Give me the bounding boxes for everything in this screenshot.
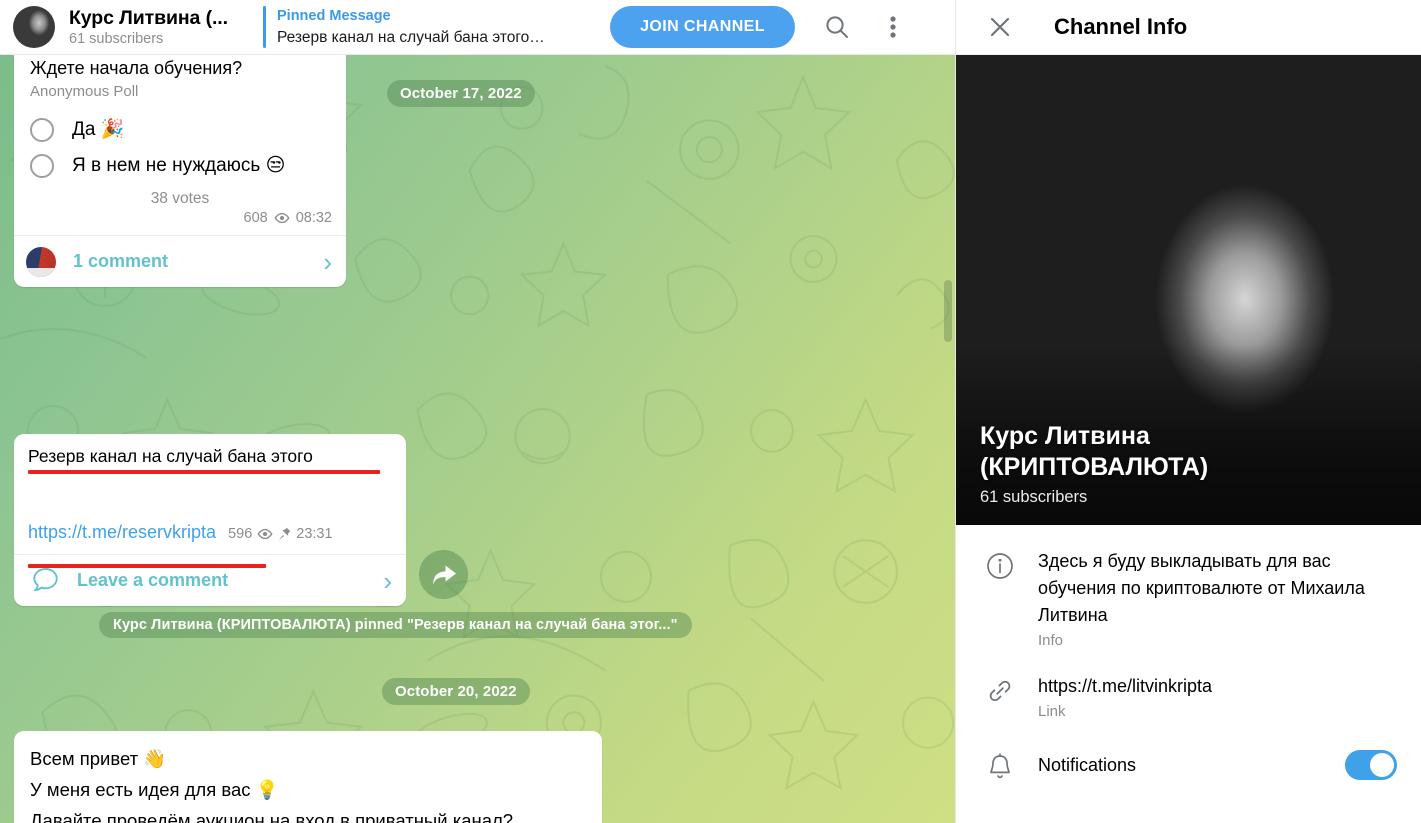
- leave-comment-row[interactable]: Leave a comment ›: [14, 554, 406, 606]
- forward-icon: [432, 565, 456, 584]
- eye-icon: [274, 212, 290, 224]
- last-message-line3: Давайте проведём аукцион на вход в прива…: [30, 810, 514, 823]
- pinned-texts: Pinned Message Резерв канал на случай ба…: [277, 7, 592, 48]
- poll-option-0[interactable]: Да 🎉: [30, 118, 330, 142]
- join-channel-button[interactable]: JOIN CHANNEL: [610, 6, 795, 48]
- page-title: Курс Литвина (...: [69, 6, 228, 29]
- pinned-message-preview: Резерв канал на случай бана этого…: [277, 28, 545, 46]
- poll-option-label: Я в нем не нуждаюсь 😒: [72, 155, 286, 176]
- link-message-line1: Резерв канал на случай бана этого: [14, 434, 406, 468]
- radio-icon[interactable]: [30, 118, 54, 142]
- channel-name-line2: (КРИПТОВАЛЮТА): [980, 453, 1209, 481]
- chat-scrollbar-thumb[interactable]: [944, 280, 952, 342]
- pinned-message-label: Pinned Message: [277, 7, 391, 24]
- last-message-line1: Всем привет 👋: [30, 748, 167, 769]
- last-message-text: Всем привет 👋 У меня есть идея для вас 💡…: [14, 731, 602, 823]
- poll-comments-row[interactable]: 1 comment ›: [14, 235, 346, 287]
- subscriber-count: 61 subscribers: [69, 30, 164, 47]
- channel-photo-caption: Курс Литвина (КРИПТОВАЛЮТА) 61 subscribe…: [980, 421, 1208, 507]
- poll-view-count: 608: [243, 210, 268, 226]
- link-message-meta: 596 23:31: [228, 526, 333, 544]
- link-message-line1-text: Резерв канал на случай бана этого: [28, 446, 313, 466]
- info-row-body: Здесь я буду выкладывать для вас обучени…: [1038, 548, 1397, 651]
- bell-icon: [980, 749, 1020, 781]
- channel-link-text[interactable]: https://t.me/litvinkripta: [1038, 673, 1397, 700]
- eye-icon: [257, 528, 273, 540]
- commenter-avatar: [26, 246, 56, 277]
- annotation-underline-link: [28, 564, 266, 568]
- chat-title-block[interactable]: Курс Литвина (... 61 subscribers: [69, 7, 259, 48]
- channel-info-rows: Здесь я буду выкладывать для вас обучени…: [956, 525, 1421, 792]
- link-message-footer: https://t.me/reservkripta 596 23:31: [14, 520, 406, 554]
- search-button[interactable]: [817, 7, 857, 47]
- service-message-pinned: Курс Литвина (КРИПТОВАЛЮТА) pinned "Резе…: [99, 612, 692, 638]
- more-vertical-icon: [890, 16, 896, 38]
- close-icon: [990, 17, 1010, 37]
- channel-description-label: Info: [1038, 632, 1064, 649]
- channel-avatar[interactable]: [13, 6, 55, 48]
- date-divider-oct-17: October 17, 2022: [387, 80, 535, 107]
- last-message-bubble[interactable]: Всем привет 👋 У меня есть идея для вас 💡…: [14, 731, 602, 823]
- channel-info-header: Channel Info: [956, 0, 1421, 55]
- channel-name-line1: Курс Литвина: [980, 422, 1150, 450]
- info-row-link[interactable]: https://t.me/litvinkripta Link: [956, 662, 1421, 733]
- poll-option-label: Да 🎉: [72, 119, 125, 140]
- pinned-accent-bar: [263, 6, 266, 48]
- more-options-button[interactable]: [873, 7, 913, 47]
- channel-photo[interactable]: Курс Литвина (КРИПТОВАЛЮТА) 61 subscribe…: [956, 55, 1421, 525]
- info-row-body: Notifications: [1038, 755, 1345, 776]
- channel-info-title: Channel Info: [1054, 14, 1188, 39]
- poll-vote-count: 38 votes: [150, 190, 210, 207]
- link-message-views: 596: [228, 526, 253, 542]
- chat-column: October 17, 2022 Ждете начала обучения? …: [0, 0, 955, 823]
- channel-description-text: Здесь я буду выкладывать для вас обучени…: [1038, 551, 1365, 625]
- comment-count-label: 1 comment: [73, 251, 169, 271]
- radio-icon[interactable]: [30, 154, 54, 178]
- notifications-label: Notifications: [1038, 754, 1137, 775]
- poll-timestamp: 08:32: [295, 210, 332, 226]
- info-circle-icon: [980, 548, 1020, 580]
- poll-options: Да 🎉 Я в нем не нуждаюсь 😒: [14, 102, 346, 178]
- poll-type-label: Anonymous Poll: [30, 83, 139, 100]
- poll-option-1[interactable]: Я в нем не нуждаюсь 😒: [30, 154, 330, 178]
- forward-message-button[interactable]: [419, 550, 468, 599]
- channel-info-panel: Channel Info Курс Литвина (КРИПТОВАЛЮТА)…: [955, 0, 1421, 823]
- chevron-right-icon[interactable]: ›: [383, 568, 392, 594]
- reserve-channel-link[interactable]: https://t.me/reservkripta: [28, 520, 216, 544]
- date-divider-oct-20: October 20, 2022: [382, 678, 530, 705]
- link-message-time: 23:31: [296, 526, 333, 542]
- telegram-window: October 17, 2022 Ждете начала обучения? …: [0, 0, 1421, 823]
- pin-icon: [279, 527, 291, 541]
- link-message-bubble[interactable]: Резерв канал на случай бана этого https:…: [14, 434, 406, 606]
- link-icon: [980, 673, 1020, 705]
- poll-question: Ждете начала обучения?: [30, 58, 243, 78]
- toggle-knob: [1370, 753, 1394, 777]
- chat-background: October 17, 2022 Ждете начала обучения? …: [0, 55, 955, 823]
- info-row-description[interactable]: Здесь я буду выкладывать для вас обучени…: [956, 537, 1421, 662]
- leave-comment-label: Leave a comment: [77, 570, 229, 590]
- last-message-line2: У меня есть идея для вас 💡: [30, 779, 279, 800]
- channel-link-label: Link: [1038, 703, 1066, 720]
- notifications-toggle[interactable]: [1345, 750, 1397, 780]
- poll-message-bubble[interactable]: Ждете начала обучения? Anonymous Poll Да…: [14, 55, 346, 287]
- channel-subscribers: 61 subscribers: [980, 488, 1088, 506]
- info-row-notifications[interactable]: Notifications: [956, 733, 1421, 792]
- annotation-underline-title: [28, 470, 380, 474]
- search-icon: [826, 16, 848, 38]
- close-panel-button[interactable]: [978, 5, 1022, 49]
- chat-scrollbar[interactable]: [944, 55, 952, 823]
- chat-header: Курс Литвина (... 61 subscribers Pinned …: [0, 0, 955, 55]
- poll-meta: 608 08:32: [14, 208, 346, 235]
- chevron-right-icon[interactable]: ›: [323, 249, 332, 275]
- message-blank-space: [14, 468, 406, 520]
- comment-bubble-icon: [33, 568, 58, 592]
- pinned-message-banner[interactable]: Pinned Message Резерв канал на случай ба…: [263, 4, 592, 50]
- info-row-body: https://t.me/litvinkripta Link: [1038, 673, 1397, 722]
